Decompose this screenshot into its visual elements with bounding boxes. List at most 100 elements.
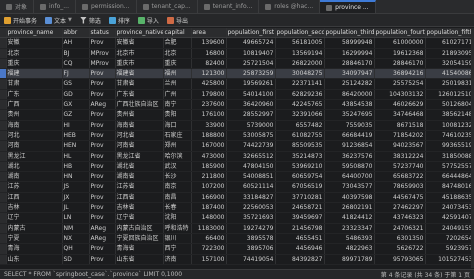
table-row[interactable]: 河南 HEN Prov 河南省 郑州 167000 74422739 85509535 9123… (0, 140, 474, 152)
cell-area[interactable]: 722300 (191, 243, 227, 255)
table-row[interactable]: 贵州 GZ Prov 贵州省 贵阳 176100 28552997 32391066 35247… (0, 109, 474, 121)
tab-1[interactable]: info_... (34, 0, 76, 13)
cell-population_third[interactable]: 25124282 (324, 78, 375, 90)
cell-capital[interactable]: 呼和浩特 (163, 223, 192, 234)
cell-population_fifth[interactable]: 61027171 (425, 37, 474, 49)
cell-province_native[interactable]: 北京市 (115, 48, 164, 59)
cell-capital[interactable]: 海口 (163, 120, 192, 131)
cell-abbr[interactable]: GD (62, 89, 90, 101)
column-header-capital[interactable]: capital (163, 28, 192, 39)
cell-status[interactable]: AReg (89, 99, 116, 111)
cell-capital[interactable]: 重庆 (163, 58, 192, 70)
cell-abbr[interactable]: SD (62, 254, 90, 265)
cell-capital[interactable]: 贵阳 (163, 109, 192, 121)
cell-province_name[interactable]: 贵州 (6, 109, 63, 121)
cell-population_first[interactable]: 25721504 (226, 58, 276, 70)
import-button[interactable]: 导入 (137, 16, 159, 25)
cell-population_fifth[interactable]: 38562148 (425, 109, 474, 121)
cell-population_fourt[interactable]: 71854202 (374, 130, 426, 142)
cell-population_fifth[interactable]: 24073453 (425, 202, 474, 214)
cell-province_native[interactable]: 山东省 (115, 254, 164, 265)
table-row[interactable]: 内蒙古 NM AReg 内蒙古自治区 呼和浩特 1183000 19274279 214567… (0, 223, 474, 234)
cell-abbr[interactable]: JS (62, 181, 90, 193)
cell-population_first[interactable]: 47804150 (226, 161, 276, 173)
cell-status[interactable]: AReg (89, 233, 116, 245)
cell-population_secon[interactable]: 22371141 (275, 78, 325, 90)
column-header-population_fourt[interactable]: population_fourt (374, 28, 426, 39)
cell-population_fifth[interactable]: 57752557 (425, 161, 474, 173)
cell-abbr[interactable]: HI (62, 120, 90, 131)
cell-population_fifth[interactable]: 31850088 (425, 151, 474, 162)
cell-status[interactable]: Prov (89, 243, 116, 255)
cell-abbr[interactable]: JL (62, 202, 90, 214)
cell-population_secon[interactable]: 35214873 (275, 151, 325, 162)
cell-province_name[interactable]: 江西 (6, 192, 63, 204)
cell-abbr[interactable]: JX (62, 192, 90, 204)
cell-population_third[interactable]: 58999948 (324, 37, 375, 49)
cell-population_fourt[interactable]: 28846170 (374, 58, 426, 70)
cell-province_name[interactable]: 宁夏 (6, 233, 63, 245)
cell-abbr[interactable]: NX (62, 233, 90, 245)
cell-area[interactable]: 157100 (191, 254, 227, 265)
cell-province_name[interactable]: 湖南 (6, 171, 63, 183)
cell-population_secon[interactable]: 4456946 (275, 243, 325, 255)
cell-population_first[interactable]: 74422739 (226, 140, 276, 152)
column-header-population_fifth[interactable]: population_fifth (425, 28, 474, 39)
cell-area[interactable]: 185900 (191, 161, 227, 173)
cell-area[interactable]: 425800 (191, 78, 227, 90)
cell-province_native[interactable]: 广东省 (115, 89, 164, 101)
cell-abbr[interactable]: AH (62, 37, 90, 49)
column-header-province_native[interactable]: province_native (115, 28, 164, 39)
cell-population_fifth[interactable]: 99365519 (425, 140, 474, 152)
cell-population_fifth[interactable]: 5923957 (425, 243, 474, 255)
cell-capital[interactable]: 长沙 (163, 171, 192, 183)
cell-status[interactable]: Prov (89, 68, 116, 80)
cell-population_third[interactable]: 43854538 (324, 99, 375, 111)
cell-province_name[interactable]: 河南 (6, 140, 63, 152)
column-header-population_secon[interactable]: population_secon (275, 28, 325, 39)
cell-province_native[interactable]: 辽宁省 (115, 212, 164, 224)
cell-abbr[interactable]: HEB (62, 130, 90, 142)
cell-status[interactable]: Prov (89, 212, 116, 224)
cell-area[interactable]: 167000 (191, 140, 227, 152)
cell-abbr[interactable]: LN (62, 212, 90, 224)
cell-abbr[interactable]: CQ (62, 58, 90, 70)
cell-population_fourt[interactable]: 25575254 (374, 78, 426, 90)
table-row[interactable]: 湖北 HB Prov 湖北省 武汉 185900 47804150 53969210 59508… (0, 161, 474, 173)
tab-2[interactable]: permission... (76, 0, 137, 13)
cell-population_fifth[interactable]: 32054159 (425, 58, 474, 70)
cell-population_secon[interactable]: 21456798 (275, 223, 325, 234)
cell-population_third[interactable]: 36237576 (324, 151, 375, 162)
tab-0[interactable]: 对象 (0, 0, 35, 13)
cell-population_secon[interactable]: 85509535 (275, 140, 325, 152)
cell-population_fourt[interactable]: 8671518 (374, 120, 426, 131)
cell-population_fourt[interactable]: 19612368 (374, 48, 426, 59)
cell-province_name[interactable]: 安徽 (6, 37, 63, 49)
cell-capital[interactable]: 西宁 (163, 243, 192, 255)
cell-status[interactable]: MProv (89, 58, 116, 70)
cell-status[interactable]: Prov (89, 130, 116, 142)
cell-capital[interactable]: 哈尔滨 (163, 151, 192, 162)
cell-population_first[interactable]: 28552997 (226, 109, 276, 121)
cell-population_secon[interactable]: 61082755 (275, 130, 325, 142)
cell-province_native[interactable]: 海南省 (115, 120, 164, 131)
cell-area[interactable]: 107200 (191, 181, 227, 193)
cell-area[interactable]: 1183000 (191, 223, 227, 234)
cell-status[interactable]: Prov (89, 151, 116, 162)
cell-population_secon[interactable]: 53969210 (275, 161, 325, 173)
cell-status[interactable]: Prov (89, 140, 116, 152)
cell-population_fifth[interactable]: 45188635 (425, 192, 474, 204)
cell-population_third[interactable]: 64400700 (324, 171, 375, 183)
cell-population_third[interactable]: 40397598 (324, 192, 375, 204)
cell-population_secon[interactable]: 84392827 (275, 254, 325, 265)
cell-area[interactable]: 66400 (191, 233, 227, 245)
cell-area[interactable]: 121300 (191, 68, 227, 80)
cell-area[interactable]: 211800 (191, 171, 227, 183)
cell-province_name[interactable]: 河北 (6, 130, 63, 142)
cell-capital[interactable]: 南昌 (163, 192, 192, 204)
cell-capital[interactable]: 南宁 (163, 99, 192, 111)
text-button[interactable]: 文本 ▼ (45, 16, 72, 25)
cell-population_first[interactable]: 25873259 (226, 68, 276, 80)
cell-capital[interactable]: 北京 (163, 48, 192, 59)
cell-population_fourt[interactable]: 5626722 (374, 243, 426, 255)
